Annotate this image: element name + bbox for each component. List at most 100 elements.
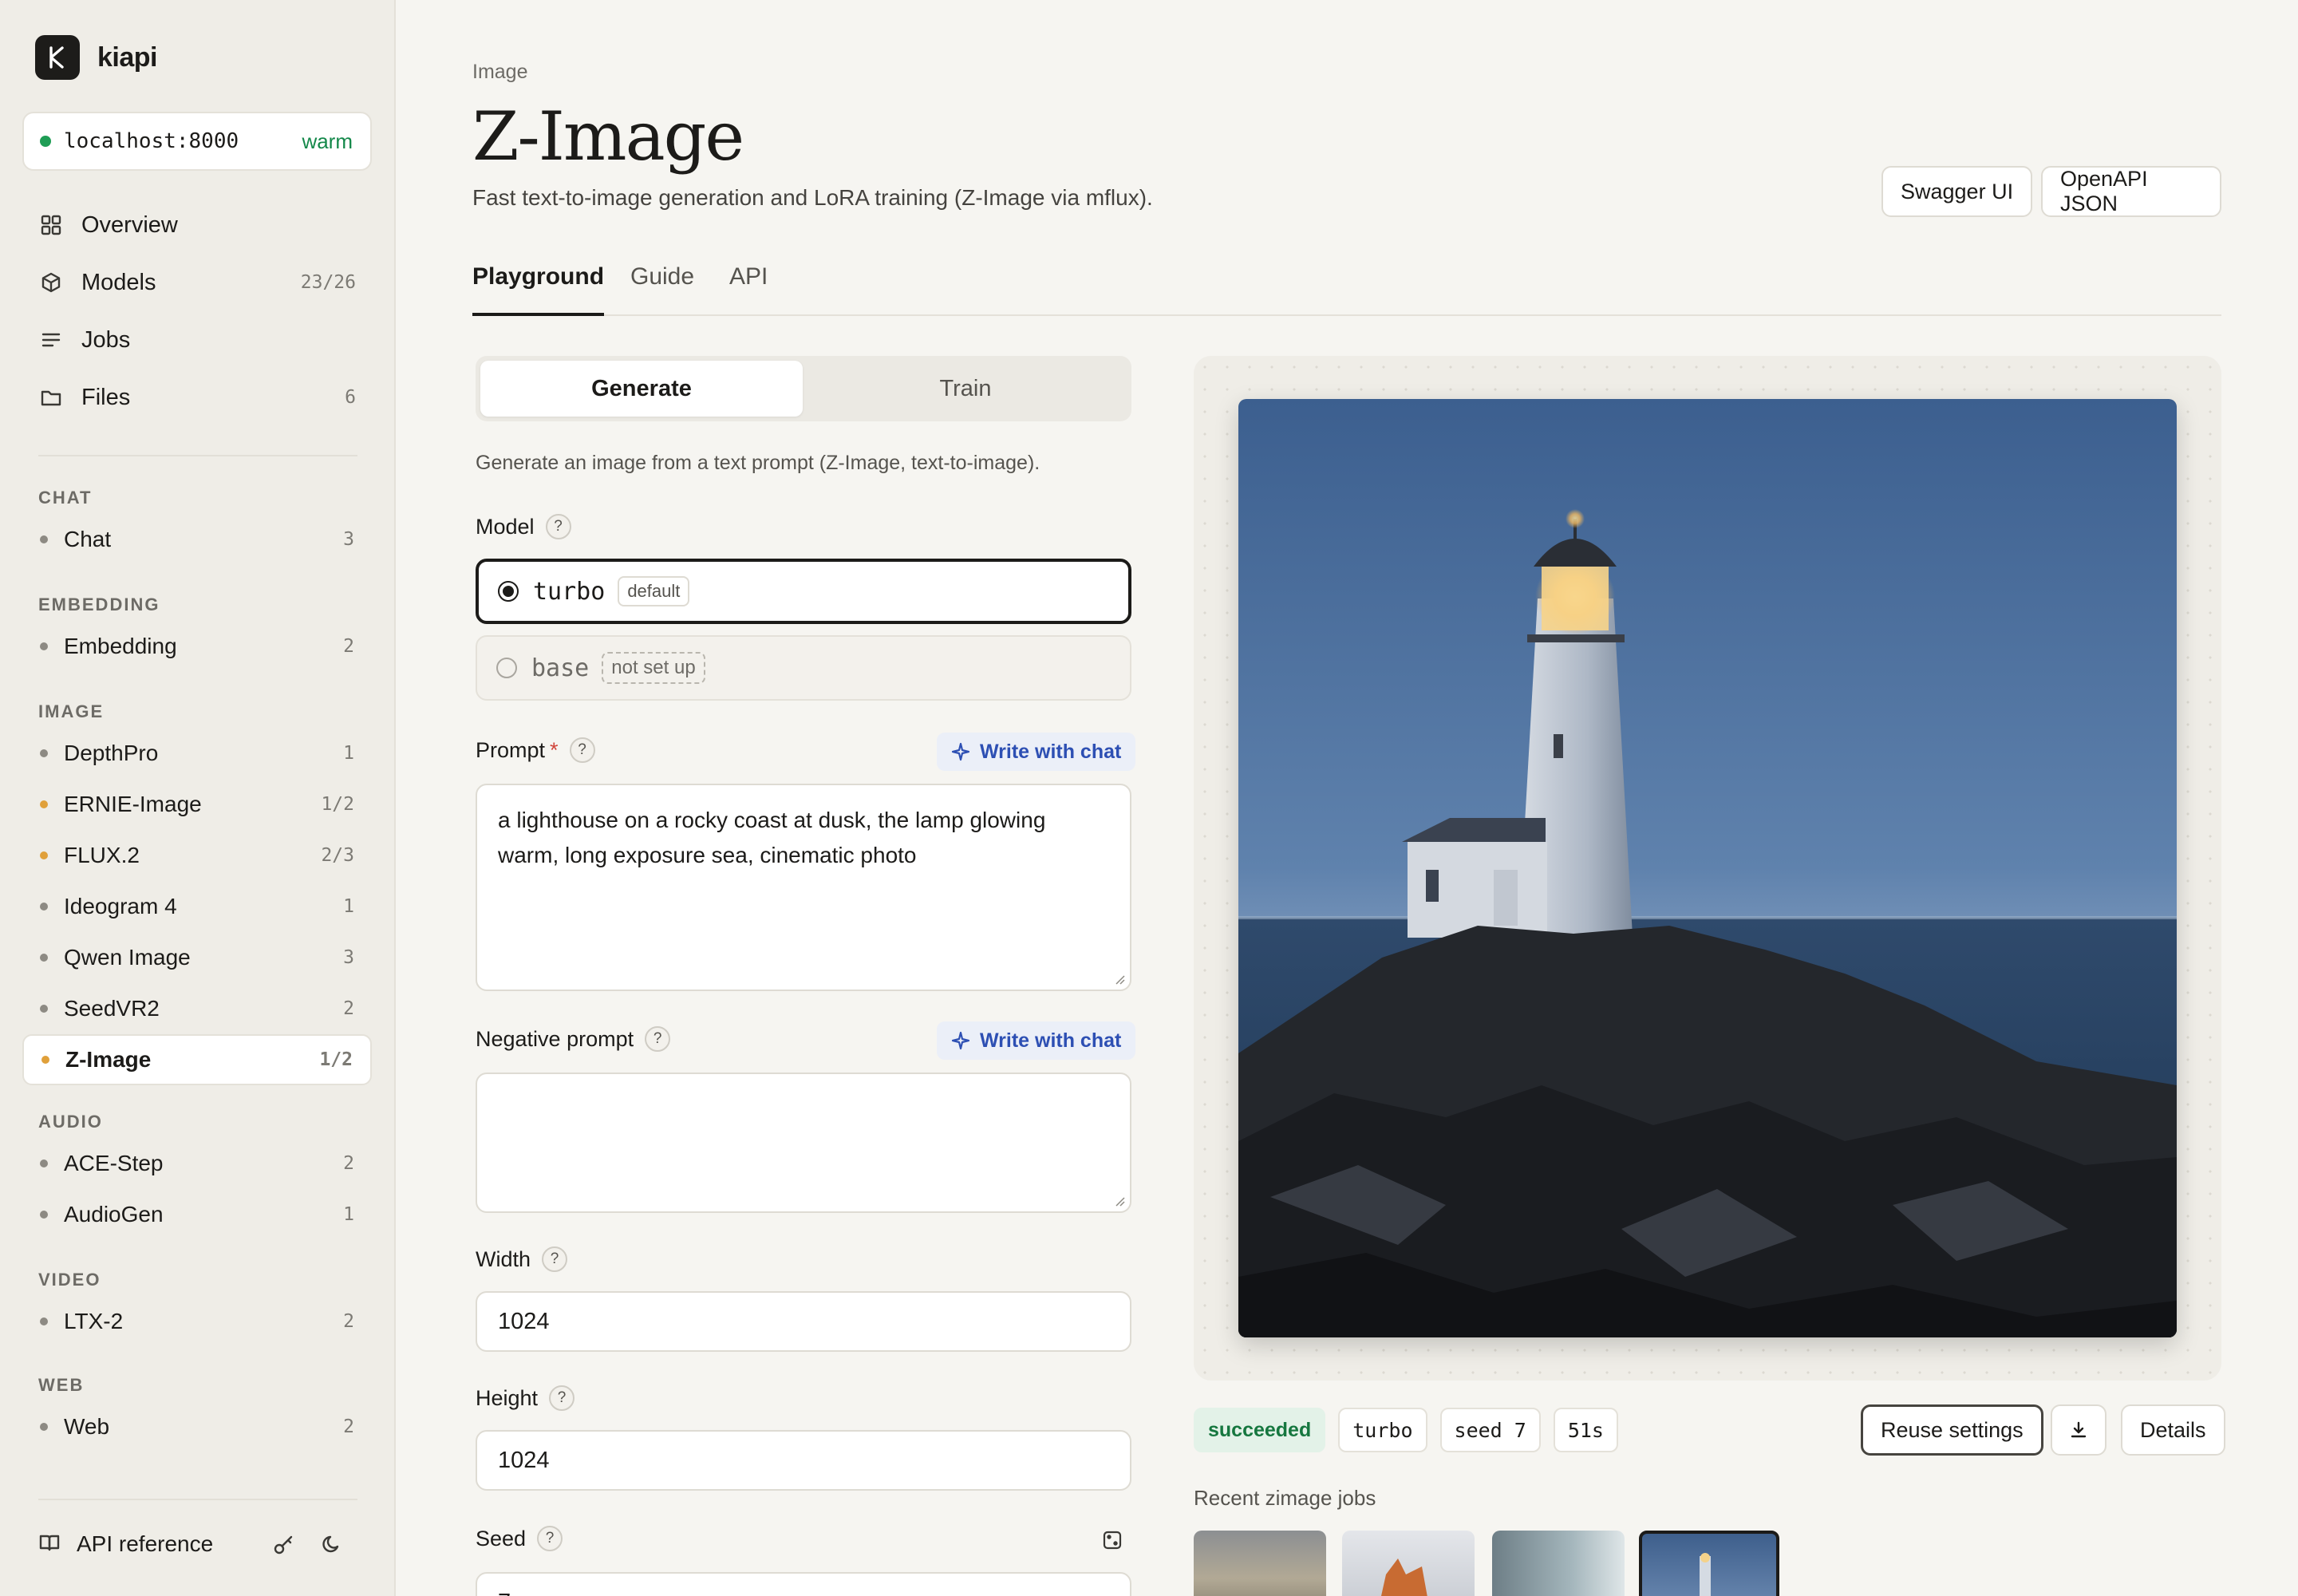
- details-button[interactable]: Details: [2121, 1404, 2225, 1456]
- seed-label-row: Seed ?: [476, 1526, 563, 1551]
- sidebar-item-web[interactable]: Web 2: [22, 1401, 372, 1452]
- section-title: WEB: [38, 1375, 85, 1395]
- recent-job-thumbnail[interactable]: [1492, 1531, 1625, 1596]
- bullet-icon: [40, 903, 48, 911]
- mode-switch: Generate Train: [476, 356, 1131, 421]
- help-icon[interactable]: ?: [545, 514, 571, 539]
- write-with-chat-negative-button[interactable]: Write with chat: [937, 1021, 1136, 1060]
- server-status[interactable]: localhost:8000 warm: [22, 112, 372, 171]
- sidebar-item-label: Ideogram 4: [64, 894, 177, 918]
- recent-job-thumbnail[interactable]: [1342, 1531, 1475, 1596]
- grid-icon: [38, 212, 64, 238]
- width-input[interactable]: 1024: [476, 1291, 1131, 1352]
- sidebar-item-qwen-image[interactable]: Qwen Image 3: [22, 932, 372, 983]
- radio-empty-icon: [496, 658, 517, 678]
- write-with-chat-label: Write with chat: [980, 740, 1122, 763]
- cube-icon: [38, 270, 64, 295]
- swagger-ui-button[interactable]: Swagger UI: [1881, 166, 2033, 217]
- sidebar-item-label: Web: [64, 1414, 110, 1439]
- tab-api[interactable]: API: [729, 254, 768, 316]
- bullet-icon: [40, 749, 48, 757]
- recent-job-thumbnail[interactable]: [1194, 1531, 1326, 1596]
- resize-handle-icon[interactable]: [1112, 1194, 1125, 1207]
- sidebar-item-label: Qwen Image: [64, 945, 191, 970]
- not-set-up-badge: not set up: [602, 652, 705, 684]
- resize-handle-icon[interactable]: [1112, 972, 1125, 985]
- help-icon[interactable]: ?: [645, 1026, 671, 1052]
- sidebar-item-count: 2: [343, 998, 354, 1019]
- section-audio: AUDIO ACE-Step 2 AudioGen 1: [22, 1106, 372, 1240]
- sidebar-item-audiogen[interactable]: AudioGen 1: [22, 1189, 372, 1240]
- generate-mode-button[interactable]: Generate: [480, 361, 803, 417]
- sidebar-item-ernie-image[interactable]: ERNIE-Image 1/2: [22, 779, 372, 830]
- sidebar-item-ltx-2[interactable]: LTX-2 2: [22, 1296, 372, 1347]
- sidebar: kiapi localhost:8000 warm Overview Model…: [0, 0, 396, 1596]
- help-icon[interactable]: ?: [542, 1246, 568, 1272]
- sidebar-item-ideogram-4[interactable]: Ideogram 4 1: [22, 881, 372, 932]
- preview-panel: [1194, 356, 2221, 1381]
- dice-icon[interactable]: [1101, 1529, 1123, 1551]
- seed-badge: seed 7: [1439, 1408, 1541, 1452]
- main-nav: Overview Models 23/26 Jobs Files 6: [22, 196, 372, 426]
- server-state: warm: [302, 128, 353, 153]
- sidebar-item-embedding[interactable]: Embedding 2: [22, 621, 372, 672]
- write-with-chat-button[interactable]: Write with chat: [937, 733, 1136, 771]
- sidebar-item-depthpro[interactable]: DepthPro 1: [22, 728, 372, 779]
- height-input[interactable]: 1024: [476, 1430, 1131, 1491]
- openapi-json-button[interactable]: OpenAPI JSON: [2041, 166, 2221, 217]
- api-reference-link[interactable]: API reference: [77, 1531, 260, 1557]
- prompt-textarea[interactable]: a lighthouse on a rocky coast at dusk, t…: [476, 784, 1131, 991]
- train-mode-button[interactable]: Train: [804, 361, 1127, 417]
- sidebar-footer: API reference: [22, 1515, 372, 1574]
- sidebar-item-label: Chat: [64, 527, 112, 551]
- bullet-icon: [40, 1211, 48, 1219]
- required-mark: *: [550, 737, 559, 762]
- section-title: AUDIO: [38, 1112, 103, 1132]
- negative-prompt-label-row: Negative prompt ?: [476, 1026, 671, 1052]
- nav-item-models[interactable]: Models 23/26: [22, 254, 372, 311]
- model-option-turbo[interactable]: turbo default: [476, 559, 1131, 624]
- tab-playground[interactable]: Playground: [472, 254, 605, 316]
- breadcrumb[interactable]: Image: [472, 61, 527, 84]
- sidebar-item-count: 2: [343, 1311, 354, 1332]
- help-icon[interactable]: ?: [569, 737, 595, 763]
- duration-badge: 51s: [1553, 1408, 1618, 1452]
- kiapi-logo-icon: [35, 35, 80, 80]
- folder-icon: [38, 385, 64, 410]
- model-label-row: Model ?: [476, 514, 571, 539]
- moon-icon[interactable]: [308, 1520, 356, 1568]
- section-title: VIDEO: [38, 1270, 101, 1290]
- sidebar-item-count: 3: [343, 529, 354, 550]
- negative-prompt-textarea[interactable]: [476, 1073, 1131, 1213]
- reuse-settings-button[interactable]: Reuse settings: [1861, 1404, 2043, 1456]
- default-badge: default: [618, 576, 690, 606]
- generated-image[interactable]: [1238, 399, 2177, 1337]
- key-icon[interactable]: [260, 1520, 308, 1568]
- nav-item-overview[interactable]: Overview: [22, 196, 372, 254]
- brand[interactable]: kiapi: [35, 35, 157, 80]
- nav-item-jobs[interactable]: Jobs: [22, 311, 372, 369]
- sidebar-item-label: SeedVR2: [64, 996, 160, 1021]
- recent-job-thumbnail-selected[interactable]: [1639, 1531, 1779, 1596]
- sidebar-item-flux2[interactable]: FLUX.2 2/3: [22, 830, 372, 881]
- server-host: localhost:8000: [64, 129, 239, 153]
- sidebar-item-ace-step[interactable]: ACE-Step 2: [22, 1138, 372, 1189]
- nav-item-files[interactable]: Files 6: [22, 369, 372, 426]
- result-meta: succeeded turbo seed 7 51s: [1194, 1408, 1618, 1452]
- tab-guide[interactable]: Guide: [630, 254, 694, 316]
- sidebar-item-seedvr2[interactable]: SeedVR2 2: [22, 983, 372, 1034]
- download-button[interactable]: [2051, 1404, 2106, 1456]
- help-icon[interactable]: ?: [537, 1526, 563, 1551]
- book-icon: [38, 1531, 61, 1558]
- sidebar-item-z-image[interactable]: Z-Image 1/2: [22, 1034, 372, 1085]
- sidebar-item-chat[interactable]: Chat 3: [22, 514, 372, 565]
- sidebar-item-count: 3: [343, 947, 354, 968]
- help-icon[interactable]: ?: [549, 1385, 575, 1411]
- model-option-base[interactable]: base not set up: [476, 635, 1131, 701]
- prompt-value: a lighthouse on a rocky coast at dusk, t…: [498, 808, 1046, 867]
- model-option-value: base: [531, 654, 590, 682]
- seed-input[interactable]: 7: [476, 1572, 1131, 1596]
- width-label: Width: [476, 1246, 531, 1271]
- nav-label: Files: [81, 384, 131, 410]
- sidebar-item-label: ERNIE-Image: [64, 792, 202, 816]
